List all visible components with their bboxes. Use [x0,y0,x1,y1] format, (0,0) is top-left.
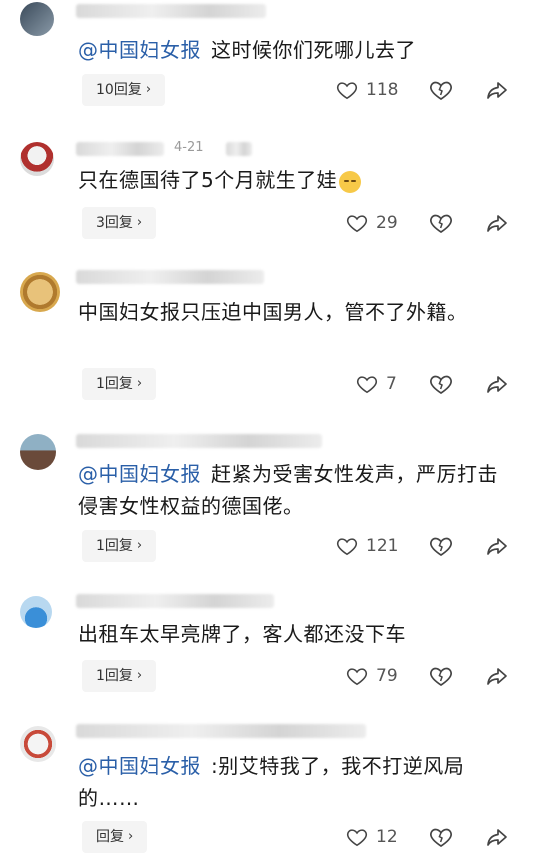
like-count: 12 [376,827,398,847]
comment-text: @中国妇女报:别艾特我了，我不打逆风局的…… [78,750,498,814]
dislike-button[interactable] [429,664,453,692]
comment-body: 中国妇女报只压迫中国男人，管不了外籍。 [78,300,468,324]
reply-button[interactable]: 1回复 › [82,530,157,562]
heart-outline-icon [356,376,378,394]
dislike-button[interactable] [429,825,453,853]
comment-text: 只在德国待了5个月就生了娃 [78,164,498,196]
reply-label: 3回复 [96,215,133,231]
broken-heart-icon [430,828,452,847]
broken-heart-icon [430,667,452,686]
share-button[interactable] [485,534,509,562]
like-count: 79 [376,666,398,686]
heart-outline-icon [346,668,368,686]
share-button[interactable] [485,372,509,400]
reply-label: 1回复 [96,538,133,554]
chevron-right-icon: › [136,668,143,683]
like-count: 121 [366,536,399,556]
mention-link[interactable]: @中国妇女报 [78,38,201,62]
like-button[interactable]: 29 [346,212,398,234]
avatar[interactable] [20,596,52,628]
chevron-right-icon: › [128,829,134,844]
comment-text: @中国妇女报 这时候你们死哪儿去了 [78,34,498,66]
reply-button[interactable]: 1回复 › [82,368,157,400]
comment-text: 出租车太早亮牌了，客人都还没下车 [78,618,498,650]
comment-text: @中国妇女报 赶紧为受害女性发声，严厉打击侵害女性权益的德国佬。 [78,458,498,522]
share-arrow-icon [487,668,507,685]
comment-body: 这时候你们死哪儿去了 [211,38,416,62]
share-button[interactable] [485,825,509,853]
like-count: 7 [386,374,397,394]
share-arrow-icon [487,829,507,846]
share-arrow-icon [487,215,507,232]
reply-button[interactable]: 1回复 › [82,660,157,692]
broken-heart-icon [430,537,452,556]
reply-button[interactable]: 3回复 › [82,207,157,239]
reply-label: 回复 [96,829,124,845]
comment-text: 中国妇女报只压迫中国男人，管不了外籍。 [78,296,478,328]
username-blurred [76,724,366,738]
comment-body: 只在德国待了5个月就生了娃 [78,168,338,192]
share-arrow-icon [487,538,507,555]
share-button[interactable] [485,78,509,106]
like-count: 29 [376,213,398,233]
heart-outline-icon [346,215,368,233]
heart-outline-icon [336,82,358,100]
avatar[interactable] [20,142,54,176]
share-button[interactable] [485,664,509,692]
chevron-right-icon: › [145,82,152,97]
like-button[interactable]: 118 [336,79,398,101]
broken-heart-icon [430,375,452,394]
reply-label: 1回复 [96,668,133,684]
reply-label: 10回复 [96,82,142,98]
avatar[interactable] [20,726,56,762]
chevron-right-icon: › [136,538,143,553]
dislike-button[interactable] [429,211,453,239]
username-blurred [76,434,322,448]
reply-label: 1回复 [96,376,133,392]
comment-date: 4-21 [174,140,204,155]
like-button[interactable]: 12 [346,826,398,848]
avatar[interactable] [20,272,60,312]
heart-outline-icon [346,829,368,847]
username-blurred [76,594,274,608]
dislike-button[interactable] [429,534,453,562]
broken-heart-icon [430,214,452,233]
username-blurred [76,270,264,284]
broken-heart-icon [430,81,452,100]
mention-link[interactable]: @中国妇女报 [78,754,201,778]
like-button[interactable]: 121 [336,535,398,557]
comment-body: 出租车太早亮牌了，客人都还没下车 [78,622,406,646]
username-blurred [76,4,266,18]
like-button[interactable]: 79 [346,665,398,687]
share-button[interactable] [485,211,509,239]
reply-button[interactable]: 10回复 › [82,74,166,106]
like-count: 118 [366,80,399,100]
mention-link[interactable]: @中国妇女报 [78,462,201,486]
avatar[interactable] [20,434,56,470]
location-blurred [226,142,252,156]
avatar[interactable] [20,2,54,36]
share-arrow-icon [487,82,507,99]
reply-button[interactable]: 回复 › [82,821,148,853]
dislike-button[interactable] [429,372,453,400]
smirk-emoji-icon [339,170,362,193]
like-button[interactable]: 7 [356,373,397,395]
chevron-right-icon: › [136,215,143,230]
share-arrow-icon [487,376,507,393]
chevron-right-icon: › [136,376,143,391]
username-blurred [76,142,164,156]
heart-outline-icon [336,538,358,556]
dislike-button[interactable] [429,78,453,106]
